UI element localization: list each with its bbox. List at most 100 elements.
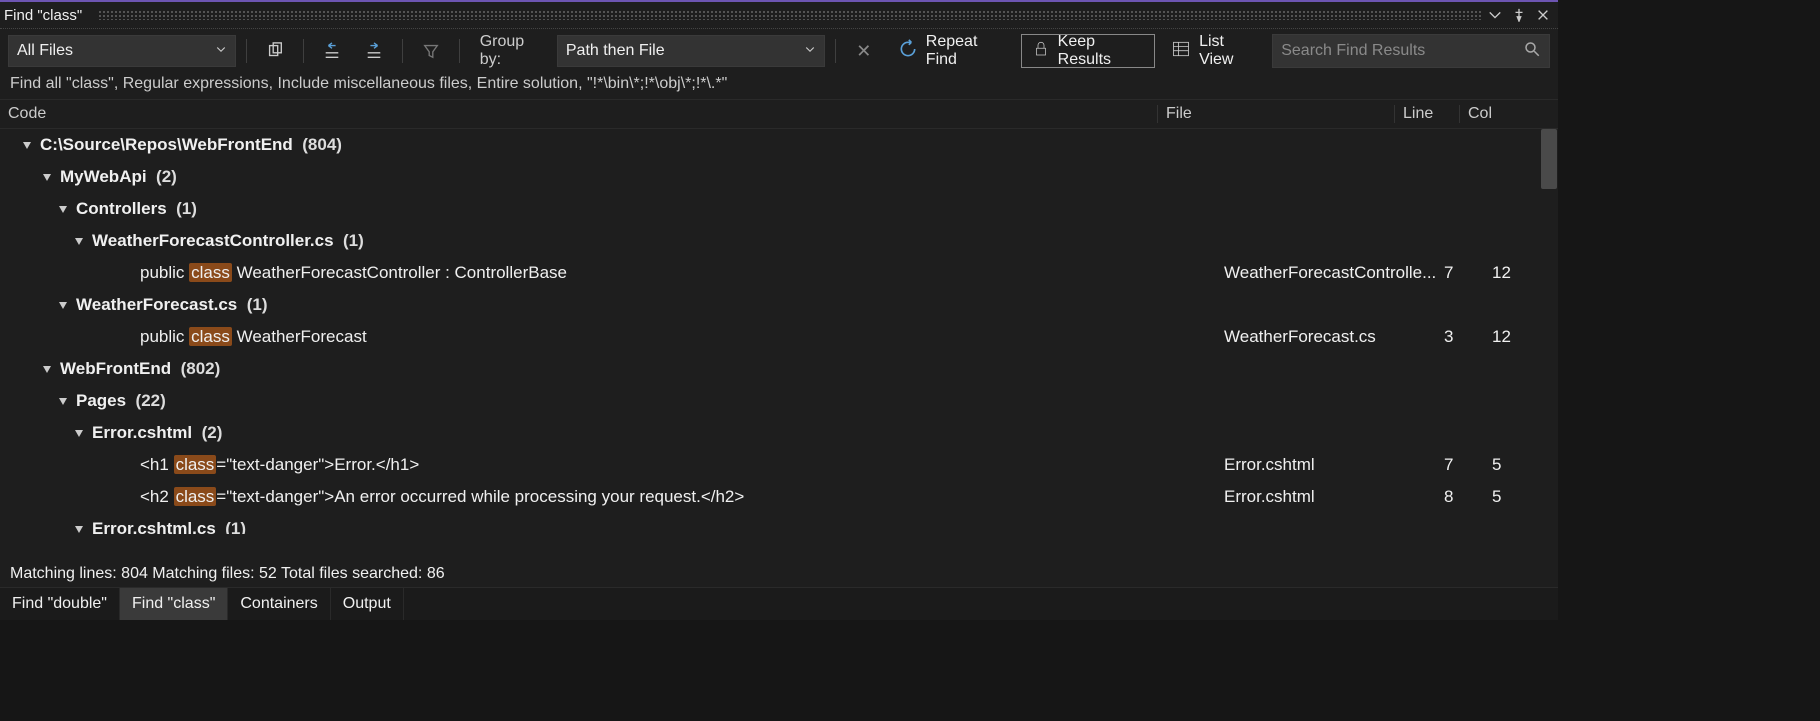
chevron-down-icon: [804, 42, 816, 60]
expander-icon[interactable]: [56, 202, 70, 216]
tab-output[interactable]: Output: [331, 588, 404, 620]
tree-group-root[interactable]: C:\Source\Repos\WebFrontEnd (804): [0, 129, 1558, 161]
separator: [835, 39, 836, 63]
search-results-input[interactable]: Search Find Results: [1272, 34, 1550, 68]
file-cell: Error.cshtml: [1224, 455, 1444, 475]
stop-button[interactable]: ✕: [846, 37, 882, 65]
col-file[interactable]: File: [1157, 105, 1394, 123]
status-bar: Matching lines: 804 Matching files: 52 T…: [10, 562, 1558, 586]
col-cell: 5: [1492, 487, 1538, 507]
pin-button[interactable]: [1508, 4, 1530, 26]
file-cell: WeatherForecastControlle...: [1224, 263, 1444, 283]
list-view-label: List View: [1199, 33, 1256, 69]
col-col[interactable]: Col: [1459, 105, 1522, 123]
line-cell: 8: [1444, 487, 1492, 507]
expander-icon[interactable]: [72, 522, 86, 534]
separator: [459, 39, 460, 63]
group-label: Controllers: [76, 199, 167, 219]
x-icon: ✕: [856, 42, 871, 60]
tree-group[interactable]: WeatherForecast.cs (1): [0, 289, 1558, 321]
list-view-button[interactable]: List View: [1161, 35, 1266, 67]
col-cell: 12: [1492, 263, 1538, 283]
group-by-label: Group by:: [480, 33, 545, 69]
tree-group[interactable]: WebFrontEnd (802): [0, 353, 1558, 385]
match-highlight: class: [189, 327, 232, 346]
expander-icon[interactable]: [56, 394, 70, 408]
group-label: WeatherForecast.cs: [76, 295, 237, 315]
line-cell: 3: [1444, 327, 1492, 347]
tab-find-class[interactable]: Find "class": [120, 588, 228, 620]
tree-group[interactable]: MyWebApi (2): [0, 161, 1558, 193]
result-row[interactable]: <h1 class="text-danger">Error.</h1> Erro…: [0, 449, 1558, 481]
scrollbar-thumb[interactable]: [1541, 129, 1557, 189]
lock-icon: [1032, 40, 1050, 63]
clear-filter-button[interactable]: [413, 37, 449, 65]
col-code[interactable]: Code: [0, 105, 1157, 123]
separator: [303, 39, 304, 63]
expander-icon[interactable]: [72, 234, 86, 248]
code-snippet: public class WeatherForecastController :…: [0, 263, 1224, 283]
find-results-panel: Find "class" All Files: [0, 0, 1558, 620]
group-count: (22): [136, 391, 166, 411]
result-row[interactable]: public class WeatherForecast WeatherFore…: [0, 321, 1558, 353]
tab-containers[interactable]: Containers: [228, 588, 330, 620]
tree-group[interactable]: WeatherForecastController.cs (1): [0, 225, 1558, 257]
search-summary: Find all "class", Regular expressions, I…: [0, 73, 1558, 99]
tree-group[interactable]: Controllers (1): [0, 193, 1558, 225]
expander-icon[interactable]: [72, 426, 86, 440]
repeat-find-button[interactable]: Repeat Find: [888, 35, 1015, 67]
tree-group[interactable]: Pages (22): [0, 385, 1558, 417]
result-row[interactable]: <h2 class="text-danger">An error occurre…: [0, 481, 1558, 513]
tree-group[interactable]: Error.cshtml.cs (1): [0, 513, 1558, 534]
group-by-value: Path then File: [566, 42, 665, 60]
search-icon: [1523, 40, 1541, 63]
result-row[interactable]: public class WeatherForecastController :…: [0, 257, 1558, 289]
group-count: (804): [302, 135, 342, 155]
copy-button[interactable]: [257, 37, 293, 65]
prev-result-button[interactable]: [314, 37, 350, 65]
group-label: C:\Source\Repos\WebFrontEnd: [40, 135, 293, 155]
panel-menu-button[interactable]: [1484, 4, 1506, 26]
tree-group[interactable]: Error.cshtml (2): [0, 417, 1558, 449]
line-cell: 7: [1444, 455, 1492, 475]
file-cell: Error.cshtml: [1224, 487, 1444, 507]
code-snippet: <h1 class="text-danger">Error.</h1>: [0, 455, 1224, 475]
group-label: WeatherForecastController.cs: [92, 231, 334, 251]
group-label: Pages: [76, 391, 126, 411]
group-label: MyWebApi: [60, 167, 147, 187]
line-cell: 7: [1444, 263, 1492, 283]
search-placeholder: Search Find Results: [1281, 42, 1425, 60]
expander-icon[interactable]: [40, 362, 54, 376]
toolbar: All Files Group by: Path then File: [0, 29, 1558, 73]
match-highlight: class: [189, 263, 232, 282]
group-count: (1): [247, 295, 268, 315]
expander-icon[interactable]: [40, 170, 54, 184]
group-label: Error.cshtml: [92, 423, 192, 443]
group-count: (2): [156, 167, 177, 187]
col-cell: 5: [1492, 455, 1538, 475]
col-line[interactable]: Line: [1394, 105, 1459, 123]
separator: [246, 39, 247, 63]
match-highlight: class: [174, 455, 217, 474]
expander-icon[interactable]: [56, 298, 70, 312]
group-count: (1): [225, 519, 246, 534]
close-button[interactable]: [1532, 4, 1554, 26]
tab-find-double[interactable]: Find "double": [0, 588, 120, 620]
chevron-down-icon: [215, 42, 227, 60]
expander-icon[interactable]: [20, 138, 34, 152]
keep-results-label: Keep Results: [1058, 33, 1144, 69]
separator: [402, 39, 403, 63]
group-by-combo[interactable]: Path then File: [557, 35, 825, 67]
group-count: (2): [202, 423, 223, 443]
titlebar-grip: [98, 10, 1482, 20]
panel-titlebar: Find "class": [0, 2, 1558, 29]
next-result-button[interactable]: [356, 37, 392, 65]
results-tree[interactable]: C:\Source\Repos\WebFrontEnd (804) MyWebA…: [0, 129, 1558, 534]
scope-combo[interactable]: All Files: [8, 35, 236, 67]
group-label: Error.cshtml.cs: [92, 519, 216, 534]
scope-combo-label: All Files: [17, 42, 73, 60]
bottom-tabs: Find "double" Find "class" Containers Ou…: [0, 587, 1558, 620]
column-header: Code File Line Col: [0, 99, 1558, 129]
refresh-icon: [898, 39, 918, 64]
keep-results-button[interactable]: Keep Results: [1021, 34, 1155, 68]
